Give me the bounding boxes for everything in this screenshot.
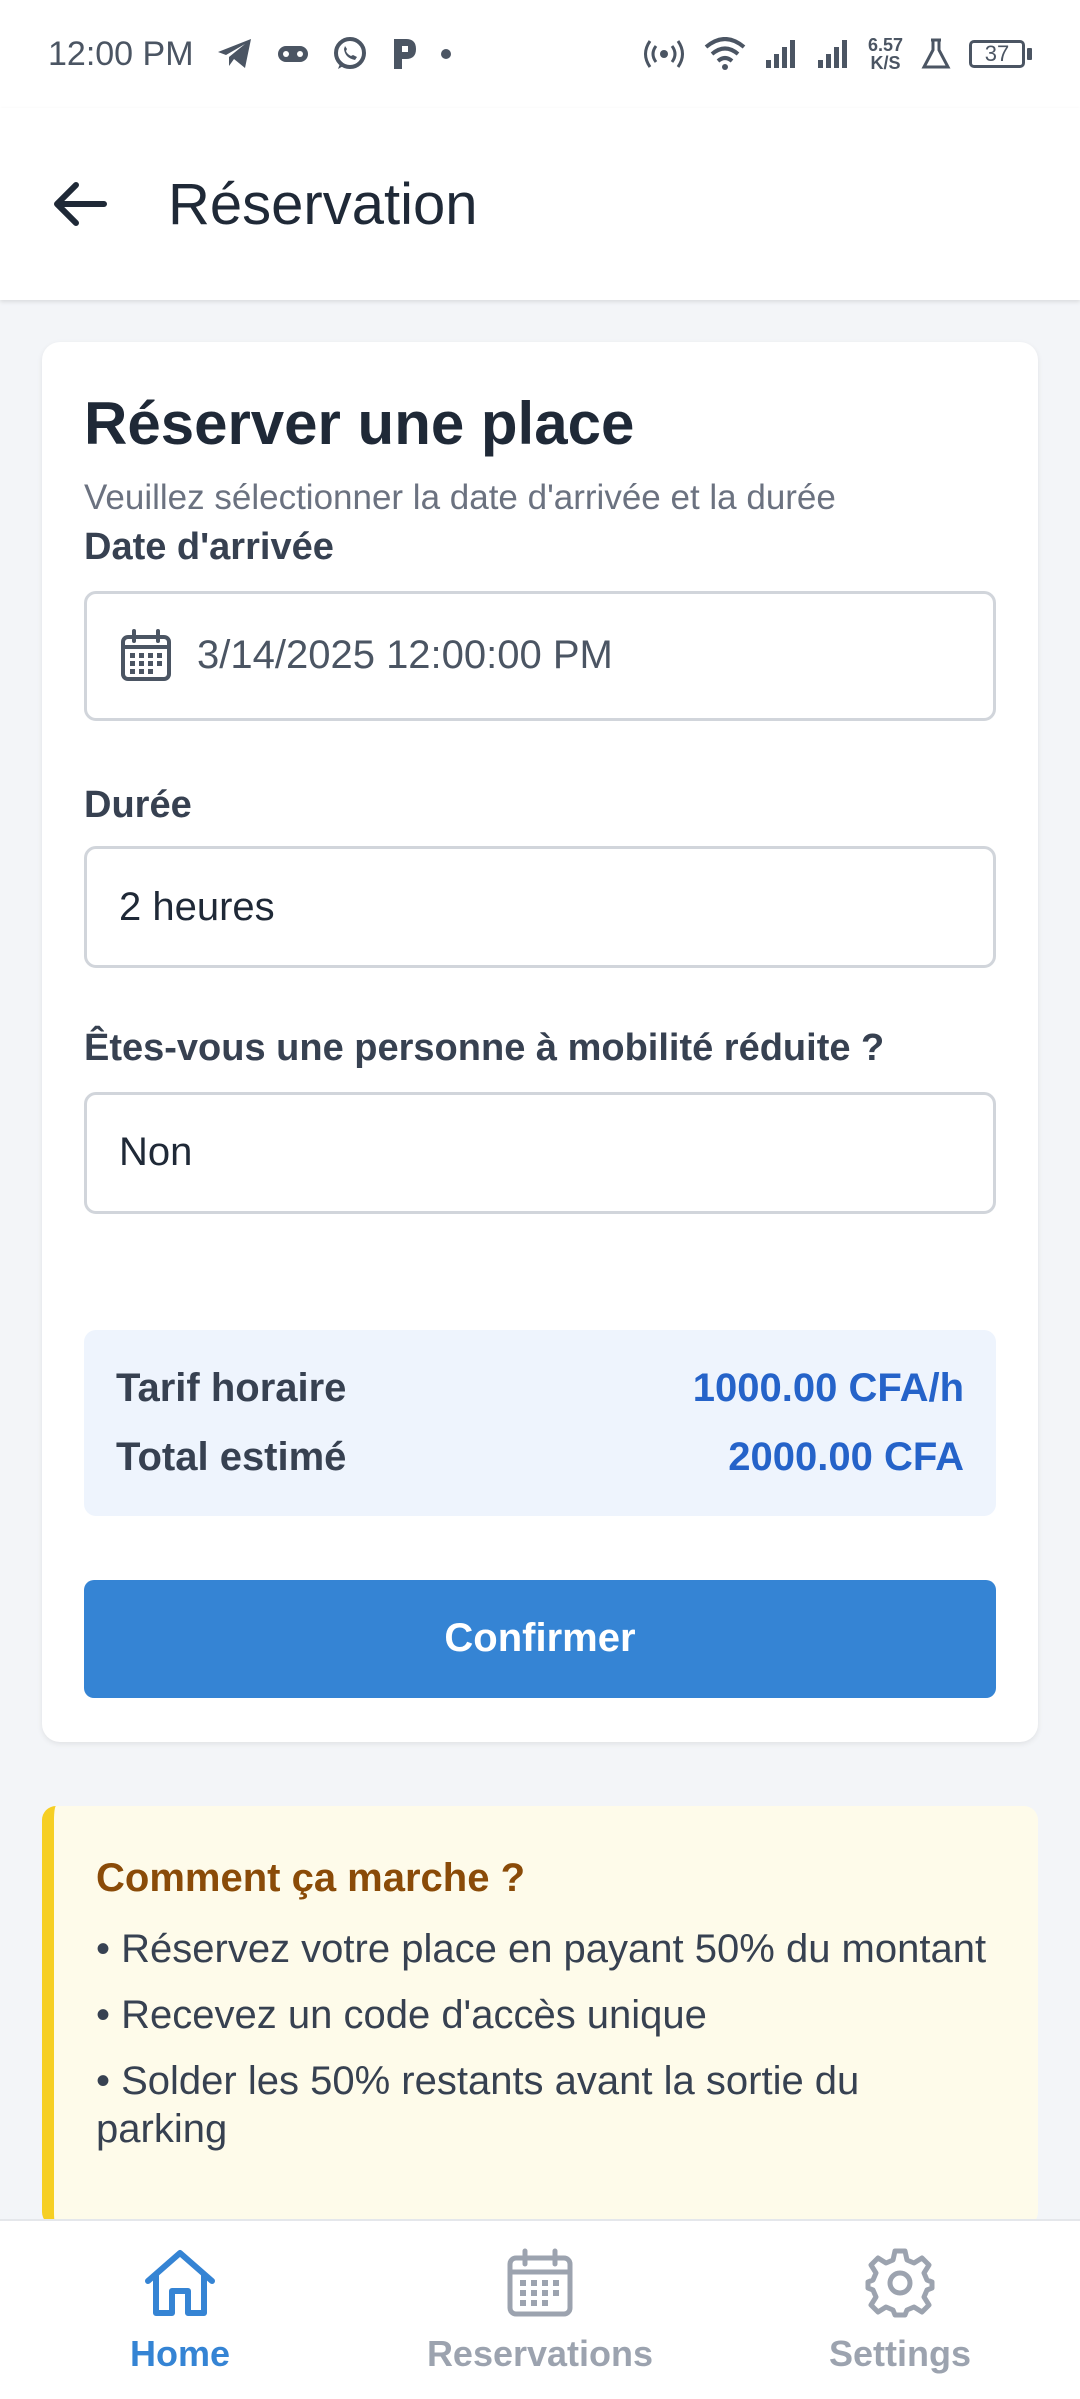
pmr-label: Êtes-vous une personne à mobilité réduit…: [84, 1027, 885, 1070]
nav-label-settings: Settings: [828, 2333, 971, 2374]
confirm-button[interactable]: Confirmer: [84, 1579, 996, 1698]
game-controller-icon: [276, 42, 310, 66]
list-item: • Réservez votre place en payant 50% du …: [96, 1927, 987, 1971]
back-button[interactable]: [48, 172, 112, 236]
hourly-rate-value: 1000.00 CFA/h: [692, 1365, 964, 1410]
calendar-icon: [119, 628, 173, 683]
how-it-works-panel: Comment ça marche ? • Réservez votre pla…: [42, 1806, 1038, 2226]
total-row: Total estimé 2000.00 CFA: [116, 1435, 964, 1480]
pmr-field[interactable]: Non: [84, 1091, 996, 1214]
battery-tip: [1027, 48, 1032, 60]
battery-level: 37: [969, 40, 1025, 68]
signal-icon: [764, 38, 798, 70]
status-right: 6.57 K/S 37: [642, 36, 1032, 72]
wifi-icon: [704, 37, 746, 71]
reservation-card: Réserver une place Veuillez sélectionner…: [42, 342, 1038, 1742]
nav-item-home[interactable]: Home: [0, 2221, 360, 2399]
how-it-works-title: Comment ça marche ?: [96, 1856, 526, 1900]
total-label: Total estimé: [116, 1434, 347, 1479]
network-speed: 6.57 K/S: [868, 36, 903, 72]
list-item: • Recevez un code d'accès unique: [96, 1993, 707, 2037]
page-title: Réservation: [168, 171, 478, 237]
dot-icon: [440, 48, 452, 60]
how-it-works-list: • Réservez votre place en payant 50% du …: [96, 1925, 996, 2153]
card-subtitle: Veuillez sélectionner la date d'arrivée …: [84, 478, 836, 517]
card-title: Réserver une place: [84, 390, 635, 457]
duree-field[interactable]: 2 heures: [84, 846, 996, 969]
network-speed-value: 6.57: [867, 35, 903, 55]
hourly-rate-label: Tarif horaire: [116, 1365, 347, 1410]
status-time: 12:00 PM: [48, 34, 194, 73]
hourly-rate-row: Tarif horaire 1000.00 CFA/h: [116, 1366, 964, 1411]
date-field[interactable]: 3/14/2025 12:00:00 PM: [84, 590, 996, 721]
total-value: 2000.00 CFA: [728, 1434, 964, 1479]
battery-icon: 37: [969, 40, 1032, 68]
pricing-summary: Tarif horaire 1000.00 CFA/h Total estimé…: [84, 1329, 996, 1516]
gear-icon: [864, 2245, 936, 2321]
list-item: • Solder les 50% restants avant la sorti…: [96, 2059, 860, 2151]
lab-icon: [921, 38, 951, 70]
app-bar: Réservation: [0, 108, 1080, 300]
date-value: 3/14/2025 12:00:00 PM: [197, 633, 613, 678]
telegram-icon: [216, 37, 254, 71]
nav-label-home: Home: [129, 2333, 231, 2374]
nav-item-settings[interactable]: Settings: [720, 2221, 1080, 2399]
home-icon: [142, 2245, 218, 2321]
arrow-left-icon: [54, 182, 107, 226]
p-app-icon: [390, 37, 418, 71]
calendar-icon: [505, 2245, 575, 2321]
signal-icon: [816, 38, 850, 70]
status-bar: 12:00 PM 6.57 K/S 37: [0, 0, 1080, 108]
nav-item-reservations[interactable]: Reservations: [360, 2221, 720, 2399]
duree-value: 2 heures: [119, 884, 275, 929]
whatsapp-icon: [332, 36, 368, 72]
network-speed-unit: K/S: [870, 53, 901, 73]
status-left: 12:00 PM: [48, 35, 452, 74]
duree-label: Durée: [84, 783, 192, 826]
bottom-nav: Home Reservations Settings: [0, 2219, 1080, 2399]
hotspot-icon: [642, 38, 686, 70]
pmr-value: Non: [119, 1130, 193, 1175]
date-label: Date d'arrivée: [84, 526, 334, 568]
nav-label-reservations: Reservations: [426, 2333, 654, 2374]
